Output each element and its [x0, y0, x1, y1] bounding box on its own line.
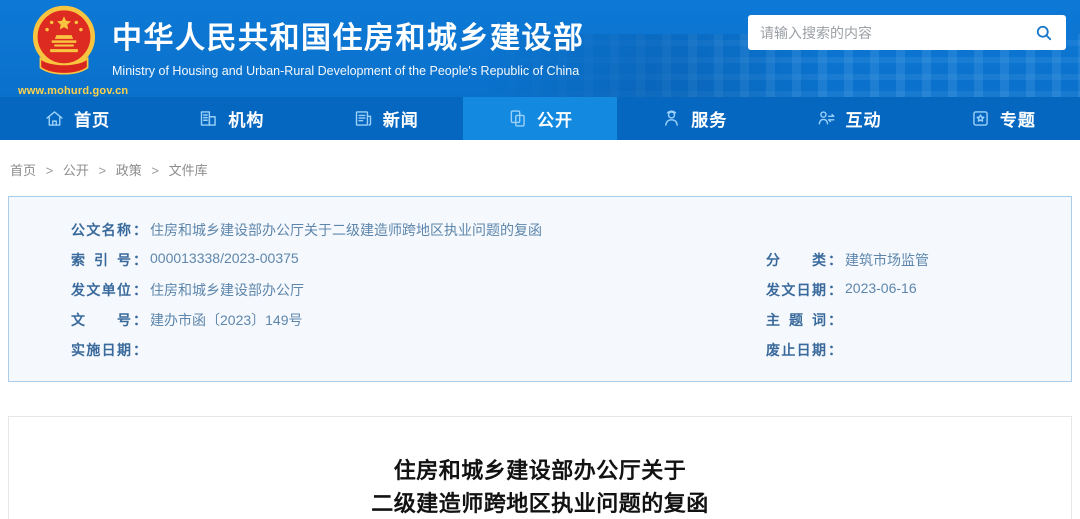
breadcrumb-separator: >	[151, 163, 159, 178]
site-title-block[interactable]: 中华人民共和国住房和城乡建设部 Ministry of Housing and …	[112, 13, 585, 78]
nav-item-interaction[interactable]: 互动	[771, 97, 925, 140]
nav-item-label: 互动	[846, 106, 882, 131]
field-label: 实施日期	[71, 340, 131, 360]
field-value: 建筑市场监管	[845, 250, 929, 270]
field-label: 分类	[766, 250, 826, 270]
field-label: 公文名称	[71, 220, 131, 240]
info-row: 索引号 ： 000013338/2023-00375 分类 ： 建筑市场监管	[71, 245, 1071, 275]
breadcrumb-library[interactable]: 文件库	[169, 163, 208, 178]
field-value: 住房和城乡建设部办公厅	[150, 280, 304, 300]
field-colon: ：	[133, 250, 147, 270]
nav-item-service[interactable]: 服务	[617, 97, 771, 140]
home-icon	[44, 108, 65, 129]
document-title-line2: 二级建造师跨地区执业问题的复函	[9, 487, 1071, 519]
site-logo[interactable]: www.mohurd.gov.cn	[18, 5, 110, 97]
field-value: 2023-06-16	[845, 280, 917, 300]
field-value: 000013338/2023-00375	[150, 250, 299, 270]
news-icon	[353, 108, 374, 129]
field-label: 主题词	[766, 310, 826, 330]
field-doc-name: 公文名称 ： 住房和城乡建设部办公厅关于二级建造师跨地区执业问题的复函	[71, 220, 1071, 240]
breadcrumb-disclosure[interactable]: 公开	[63, 163, 89, 178]
field-value: 建办市函〔2023〕149号	[150, 310, 303, 330]
nav-item-label: 服务	[691, 106, 727, 131]
field-colon: ：	[828, 250, 842, 270]
field-label: 发文日期	[766, 280, 826, 300]
disclosure-icon	[507, 108, 528, 129]
breadcrumb-policy[interactable]: 政策	[116, 163, 142, 178]
search-input[interactable]	[748, 25, 1022, 41]
info-row: 实施日期 ： 废止日期 ：	[71, 335, 1071, 365]
nav-item-label: 公开	[537, 106, 573, 131]
nav-item-news[interactable]: 新闻	[309, 97, 463, 140]
breadcrumb-separator: >	[99, 163, 107, 178]
breadcrumb-home[interactable]: 首页	[10, 163, 36, 178]
field-category: 分类 ： 建筑市场监管	[766, 250, 1071, 270]
info-row: 文号 ： 建办市函〔2023〕149号 主题词 ：	[71, 305, 1071, 335]
document-title: 住房和城乡建设部办公厅关于 二级建造师跨地区执业问题的复函	[9, 454, 1071, 519]
field-subject-words: 主题词 ：	[766, 310, 1071, 330]
search-button[interactable]	[1022, 15, 1066, 50]
field-issuing-unit: 发文单位 ： 住房和城乡建设部办公厅	[71, 280, 766, 300]
nav-item-label: 首页	[74, 106, 110, 131]
document-title-line1: 住房和城乡建设部办公厅关于	[9, 454, 1071, 487]
field-doc-number: 文号 ： 建办市函〔2023〕149号	[71, 310, 766, 330]
field-colon: ：	[828, 280, 842, 300]
site-header: www.mohurd.gov.cn 中华人民共和国住房和城乡建设部 Minist…	[0, 0, 1080, 97]
field-implementation-date: 实施日期 ：	[71, 340, 766, 360]
interaction-icon	[816, 108, 837, 129]
breadcrumb: 首页 > 公开 > 政策 > 文件库	[0, 140, 1080, 196]
field-colon: ：	[828, 310, 842, 330]
organization-icon	[198, 108, 219, 129]
field-label: 废止日期	[766, 340, 826, 360]
search-icon	[1034, 23, 1054, 43]
site-title-en: Ministry of Housing and Urban-Rural Deve…	[112, 64, 585, 78]
nav-item-label: 专题	[1000, 106, 1036, 131]
field-colon: ：	[133, 310, 147, 330]
field-issue-date: 发文日期 ： 2023-06-16	[766, 280, 1071, 300]
nav-item-label: 机构	[228, 106, 264, 131]
field-colon: ：	[133, 280, 147, 300]
info-row: 发文单位 ： 住房和城乡建设部办公厅 发文日期 ： 2023-06-16	[71, 275, 1071, 305]
national-emblem-icon	[28, 5, 100, 85]
document-info-box: 公文名称 ： 住房和城乡建设部办公厅关于二级建造师跨地区执业问题的复函 索引号 …	[8, 196, 1072, 382]
field-index-number: 索引号 ： 000013338/2023-00375	[71, 250, 766, 270]
nav-item-disclosure[interactable]: 公开	[463, 97, 617, 140]
field-label: 发文单位	[71, 280, 131, 300]
service-icon	[661, 108, 682, 129]
document-content-card: 住房和城乡建设部办公厅关于 二级建造师跨地区执业问题的复函	[8, 416, 1072, 519]
breadcrumb-separator: >	[46, 163, 54, 178]
main-nav: 首页 机构 新闻 公开 服务 互动	[0, 97, 1080, 140]
field-colon: ：	[828, 340, 842, 360]
field-value: 住房和城乡建设部办公厅关于二级建造师跨地区执业问题的复函	[150, 220, 542, 240]
field-colon: ：	[133, 220, 147, 240]
nav-item-label: 新闻	[383, 106, 419, 131]
special-topic-icon	[970, 108, 991, 129]
site-title-cn: 中华人民共和国住房和城乡建设部	[112, 13, 585, 57]
field-colon: ：	[133, 340, 147, 360]
field-abolition-date: 废止日期 ：	[766, 340, 1071, 360]
nav-item-organization[interactable]: 机构	[154, 97, 308, 140]
search-box	[748, 15, 1066, 50]
nav-item-special-topic[interactable]: 专题	[926, 97, 1080, 140]
info-row: 公文名称 ： 住房和城乡建设部办公厅关于二级建造师跨地区执业问题的复函	[71, 215, 1071, 245]
nav-item-home[interactable]: 首页	[0, 97, 154, 140]
field-label: 索引号	[71, 250, 131, 270]
field-label: 文号	[71, 310, 131, 330]
site-url: www.mohurd.gov.cn	[18, 85, 110, 97]
